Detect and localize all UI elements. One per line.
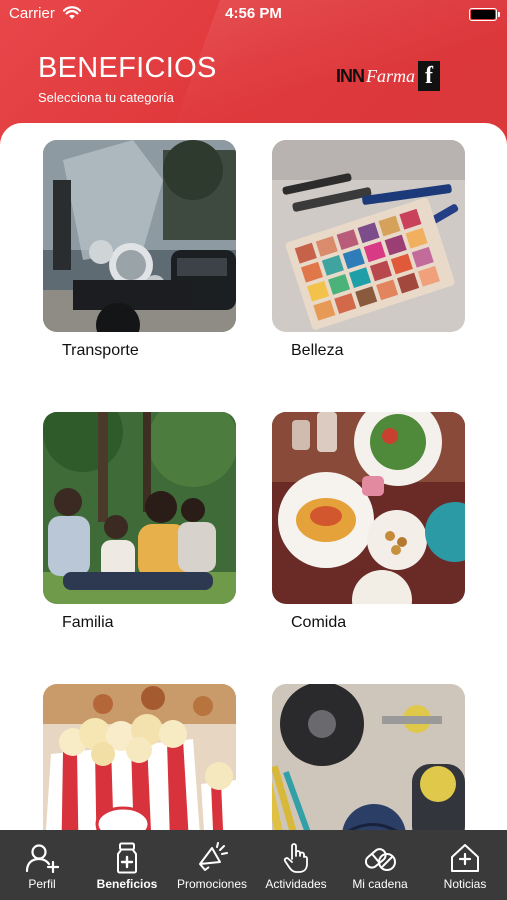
category-label: Transporte	[62, 342, 139, 359]
page-title: BENEFICIOS	[38, 52, 217, 84]
category-label: Belleza	[291, 342, 344, 359]
tab-label: Noticias	[443, 877, 487, 891]
battery-icon	[469, 8, 500, 21]
logo-farma-text: Farma	[366, 65, 415, 86]
tab-label: Mi cadena	[352, 877, 408, 891]
tab-perfil[interactable]: Perfil	[14, 830, 70, 900]
tab-label: Perfil	[28, 877, 56, 891]
tab-label: Promociones	[176, 877, 248, 891]
megaphone-icon	[199, 842, 228, 871]
logo-inn-text: INN	[336, 65, 365, 86]
family-image	[43, 412, 236, 604]
tab-promociones[interactable]: Promociones	[172, 830, 252, 900]
category-card-transporte[interactable]: Transporte	[43, 140, 236, 359]
motorcycle-image	[43, 140, 236, 332]
tab-label: Actividades	[265, 877, 327, 891]
category-card-6[interactable]	[272, 684, 465, 830]
tab-bar: Perfil Beneficios Promociones Actividade…	[0, 830, 507, 900]
makeup-palette-image	[272, 140, 465, 332]
category-card-comida[interactable]: Comida	[272, 412, 465, 631]
category-card-5[interactable]	[43, 684, 236, 830]
clock: 4:56 PM	[225, 5, 282, 22]
food-table-image	[272, 412, 465, 604]
add-user-icon	[25, 844, 59, 873]
news-house-icon	[451, 844, 479, 872]
tab-mi-cadena[interactable]: Mi cadena	[345, 830, 415, 900]
logo-mark: f	[418, 61, 440, 91]
hand-pointer-icon	[283, 843, 308, 873]
tab-beneficios[interactable]: Beneficios	[88, 830, 166, 900]
tab-actividades[interactable]: Actividades	[258, 830, 334, 900]
category-card-belleza[interactable]: Belleza	[272, 140, 465, 359]
status-bar: Carrier 4:56 PM	[0, 0, 507, 28]
page-subtitle: Selecciona tu categoría	[38, 90, 174, 105]
category-label: Familia	[62, 614, 114, 631]
innfarma-logo: INN Farma f	[336, 61, 440, 91]
category-label: Comida	[291, 614, 347, 631]
tab-label: Beneficios	[96, 877, 158, 891]
category-card-familia[interactable]: Familia	[43, 412, 236, 631]
tab-noticias[interactable]: Noticias	[436, 830, 494, 900]
popcorn-image	[43, 684, 236, 830]
medicine-bottle-icon	[117, 842, 137, 874]
categories-grid: Transporte Belleza Familia Comida	[0, 123, 507, 830]
gym-equipment-image	[272, 684, 465, 830]
pills-icon	[364, 848, 396, 871]
